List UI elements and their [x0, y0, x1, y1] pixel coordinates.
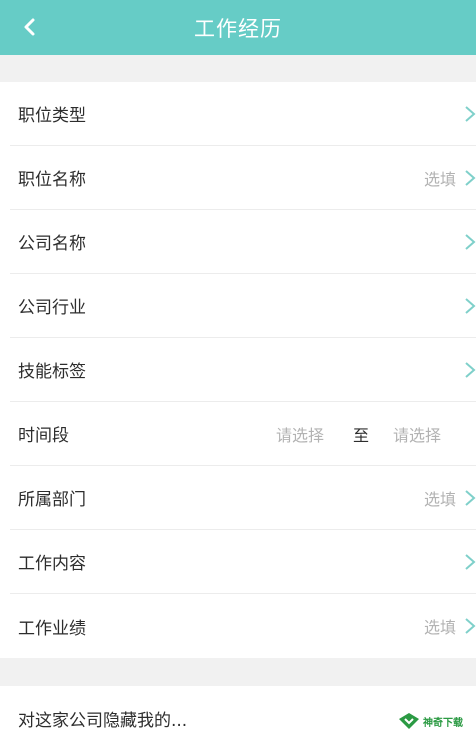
chevron-right-icon: [465, 362, 476, 378]
row-job-title[interactable]: 职位名称 选填: [10, 146, 476, 210]
chevron-right-icon: [465, 234, 476, 250]
row-label: 工作业绩: [18, 618, 86, 639]
row-label: 技能标签: [18, 362, 86, 382]
watermark-text: 神奇下载: [423, 717, 463, 729]
row-label: 公司行业: [18, 298, 86, 318]
work-experience-form: 职位类型 职位名称 选填 公司名称 公司行业 技能标签 时间段 请选择 至 请选…: [0, 82, 476, 658]
row-company-name[interactable]: 公司名称: [10, 210, 476, 274]
row-time-period: 时间段 请选择 至 请选择: [10, 402, 476, 466]
chevron-right-icon: [465, 618, 476, 634]
watermark-logo-icon: [399, 713, 419, 729]
optional-hint: 选填: [423, 169, 456, 189]
chevron-left-icon: [24, 18, 35, 36]
app-header: 工作经历: [0, 0, 476, 55]
row-label: 工作内容: [18, 554, 86, 574]
hide-from-company-label: 对这家公司隐藏我的...: [18, 711, 188, 731]
row-work-achievements[interactable]: 工作业绩 选填: [10, 594, 476, 658]
optional-hint: 选填: [423, 489, 456, 509]
row-label: 时间段: [18, 426, 69, 446]
row-job-type[interactable]: 职位类型: [10, 82, 476, 146]
row-label: 公司名称: [18, 234, 86, 254]
chevron-right-icon: [465, 106, 476, 122]
row-label: 所属部门: [18, 490, 86, 510]
start-date-select[interactable]: 请选择: [276, 422, 324, 446]
chevron-right-icon: [465, 554, 476, 570]
optional-hint: 选填: [423, 618, 456, 637]
chevron-right-icon: [465, 298, 476, 314]
chevron-right-icon: [465, 490, 476, 506]
row-company-industry[interactable]: 公司行业: [10, 274, 476, 338]
range-separator: 至: [353, 425, 370, 445]
row-label: 职位类型: [18, 106, 86, 126]
back-button[interactable]: [10, 8, 50, 46]
row-department[interactable]: 所属部门 选填: [10, 466, 476, 530]
page-title: 工作经历: [194, 16, 282, 41]
watermark: 神奇下载: [398, 706, 476, 736]
row-label: 职位名称: [18, 170, 86, 190]
row-work-content[interactable]: 工作内容: [10, 530, 476, 594]
chevron-right-icon: [465, 170, 476, 186]
row-skill-tags[interactable]: 技能标签: [10, 338, 476, 402]
end-date-select[interactable]: 请选择: [393, 422, 441, 446]
